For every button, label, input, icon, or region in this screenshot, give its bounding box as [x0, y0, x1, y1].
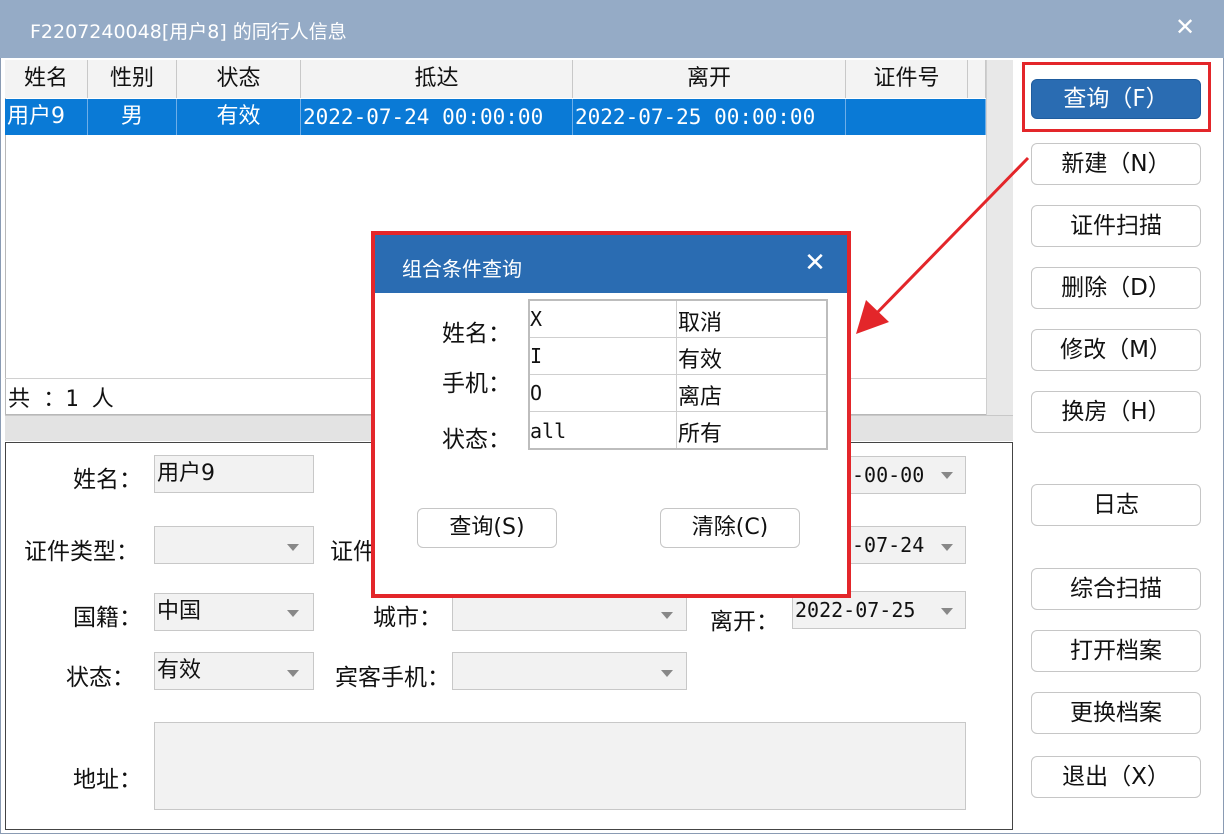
option-key: I	[530, 344, 543, 368]
option-value: 取消	[678, 311, 723, 336]
dialog-close-icon[interactable]: ✕	[800, 248, 830, 278]
option-value: 所有	[678, 422, 723, 447]
option-value: 有效	[678, 348, 723, 373]
list-column-divider	[676, 301, 677, 448]
dialog-query-button[interactable]: 查询(S)	[417, 508, 557, 548]
dialog-clear-button[interactable]: 清除(C)	[660, 508, 800, 548]
option-key: all	[530, 419, 567, 443]
dialog-status-label: 状态：	[442, 427, 511, 453]
dialog-phone-label: 手机：	[442, 371, 511, 397]
option-key: X	[530, 307, 543, 331]
option-value: 离店	[678, 385, 723, 410]
dialog-title: 组合条件查询	[402, 257, 522, 281]
option-key: O	[530, 381, 543, 405]
dialog-name-label: 姓名：	[442, 321, 511, 347]
